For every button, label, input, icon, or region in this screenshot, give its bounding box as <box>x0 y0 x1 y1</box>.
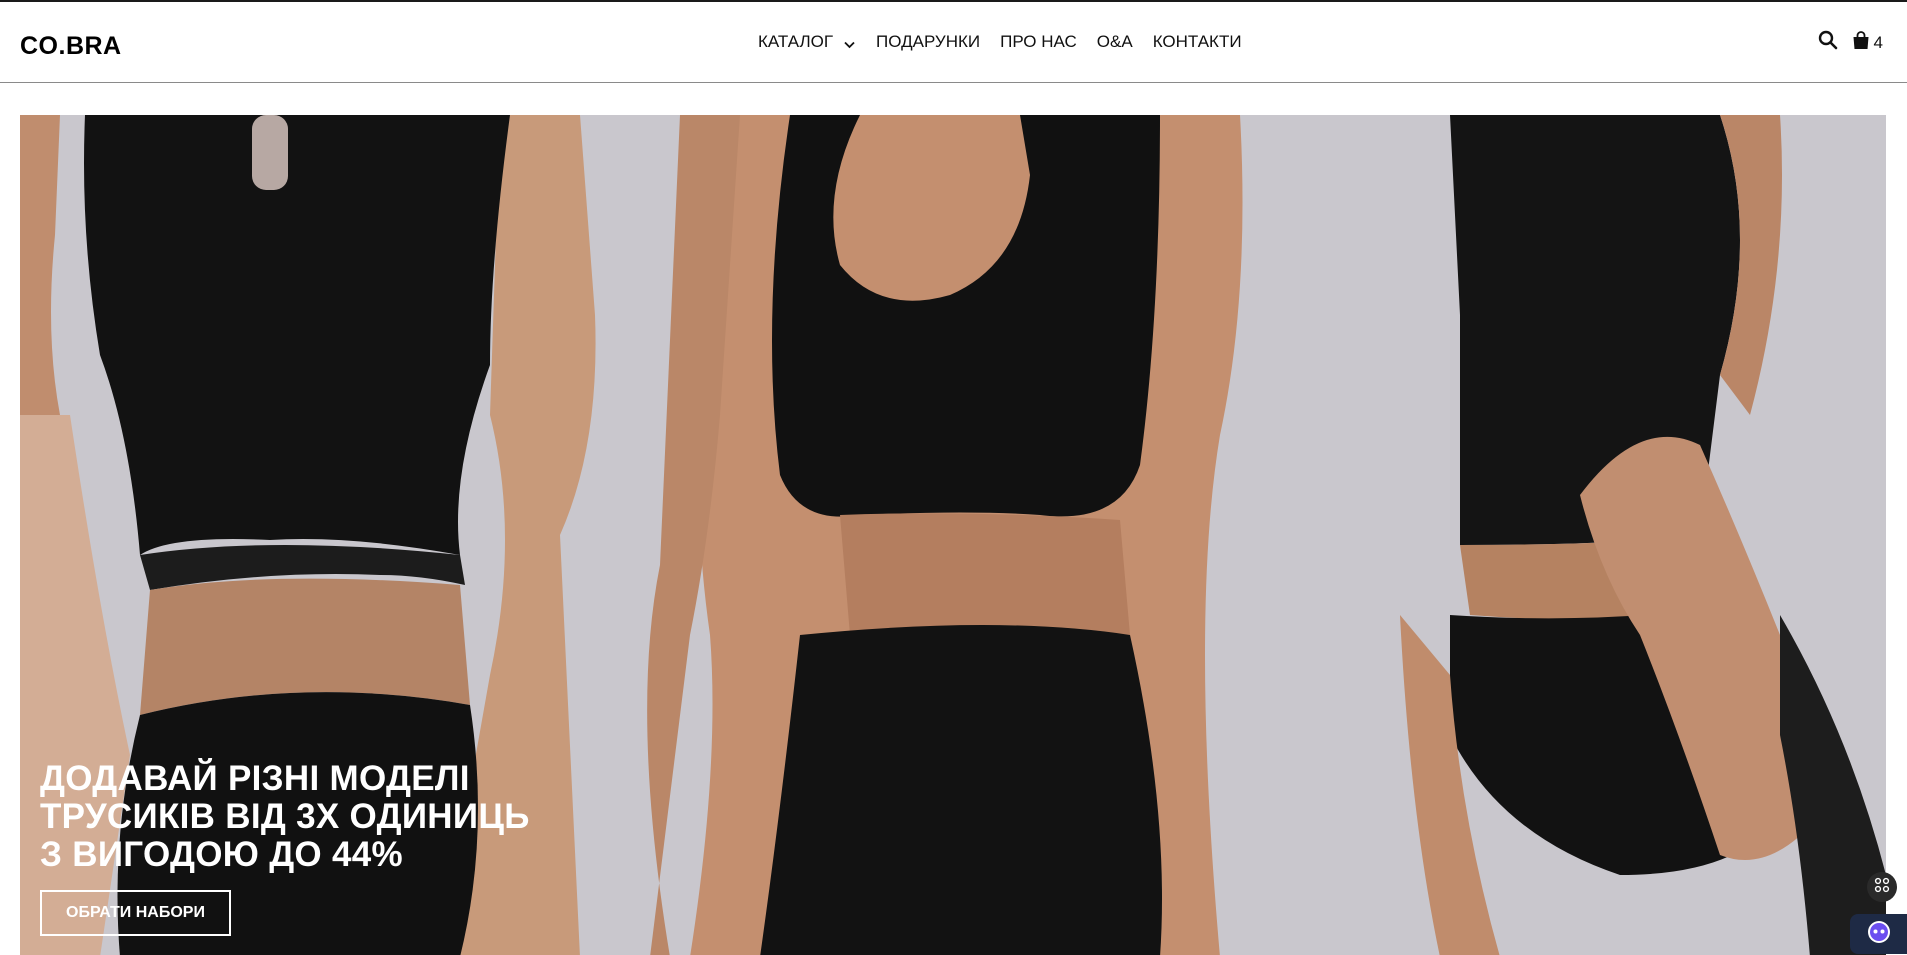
nav-item-about[interactable]: ПРО НАС <box>1000 32 1077 52</box>
chat-bot-icon <box>1866 919 1892 950</box>
shopping-bag-icon <box>1852 30 1870 55</box>
widget-button[interactable] <box>1867 872 1897 902</box>
nav-item-label: О&А <box>1096 32 1133 51</box>
header-actions: 4 <box>1818 30 1883 55</box>
logo[interactable]: CO.BRA <box>20 32 122 61</box>
nav-item-catalog[interactable]: КАТАЛОГ <box>758 32 856 52</box>
grid-icon <box>1874 877 1890 898</box>
nav-item-gifts[interactable]: ПОДАРУНКИ <box>876 32 980 52</box>
hero-banner[interactable]: ДОДАВАЙ РІЗНІ МОДЕЛІ ТРУСИКІВ ВІД 3Х ОДИ… <box>20 115 1886 955</box>
search-button[interactable] <box>1818 30 1838 55</box>
choose-sets-button[interactable]: ОБРАТИ НАБОРИ <box>40 890 231 936</box>
cart-count: 4 <box>1873 32 1883 52</box>
nav-item-contacts[interactable]: КОНТАКТИ <box>1153 32 1242 52</box>
cart-button[interactable]: 4 <box>1852 30 1883 55</box>
nav-item-label: КАТАЛОГ <box>758 32 834 51</box>
nav-item-label: ПРО НАС <box>1000 32 1077 51</box>
main-nav: КАТАЛОГ ПОДАРУНКИ ПРО НАС О&А КОНТАКТИ <box>758 32 1262 52</box>
page: CO.BRA КАТАЛОГ ПОДАРУНКИ ПРО НАС О&А КОН… <box>0 0 1907 955</box>
chevron-down-icon <box>843 36 856 49</box>
nav-item-label: КОНТАКТИ <box>1152 32 1242 51</box>
site-header: CO.BRA КАТАЛОГ ПОДАРУНКИ ПРО НАС О&А КОН… <box>0 2 1907 83</box>
nav-item-label: ПОДАРУНКИ <box>876 32 981 51</box>
search-icon <box>1818 30 1838 55</box>
hero-title: ДОДАВАЙ РІЗНІ МОДЕЛІ ТРУСИКІВ ВІД 3Х ОДИ… <box>40 759 530 874</box>
nav-item-faq[interactable]: О&А <box>1097 32 1133 52</box>
chat-widget-button[interactable] <box>1850 914 1907 954</box>
